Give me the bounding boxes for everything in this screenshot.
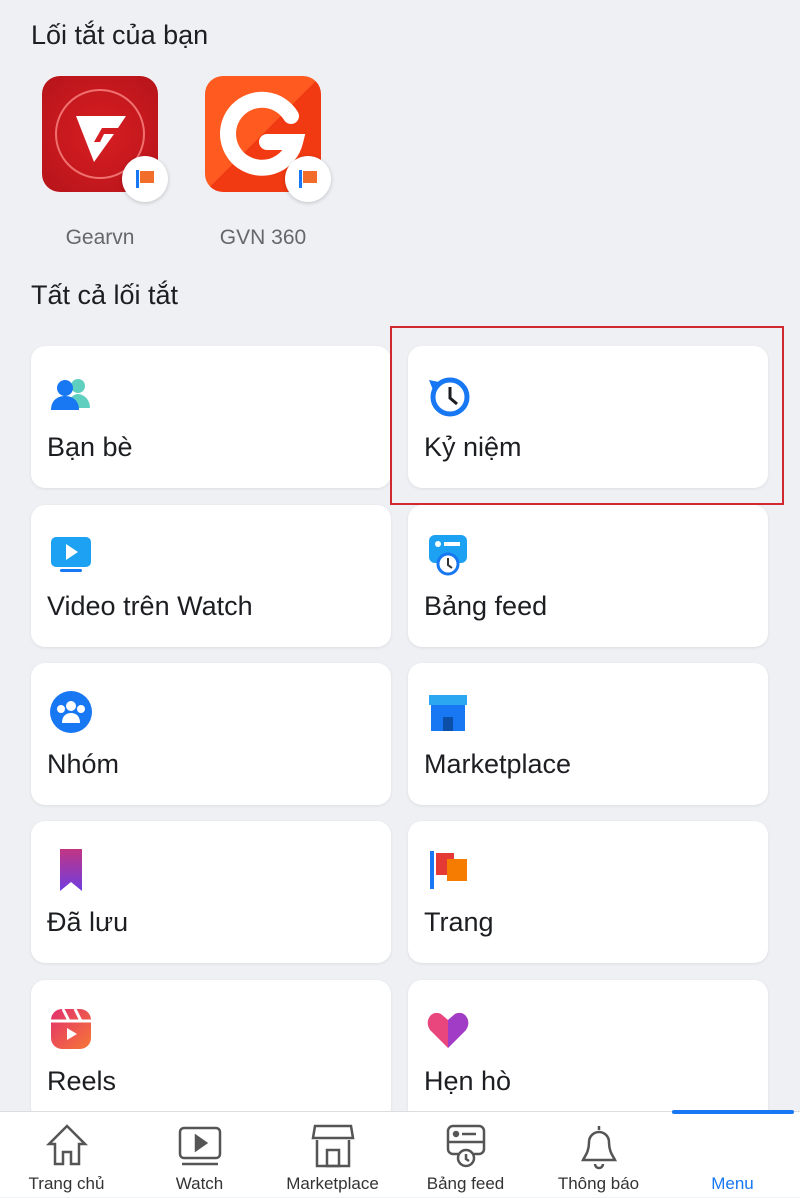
nav-label: Bảng feed xyxy=(426,1174,505,1193)
card-label: Video trên Watch xyxy=(47,591,253,621)
nav-label: Thông báo xyxy=(557,1174,640,1193)
bottom-nav: Trang chủ Watch Marketplace Bảng feed Th… xyxy=(0,1111,800,1197)
shortcut-gvn360[interactable]: GVN 360 xyxy=(204,76,331,250)
pages-flag-icon xyxy=(430,851,467,889)
marketplace-icon xyxy=(429,695,467,731)
reels-icon xyxy=(51,1008,91,1049)
nav-label: Watch xyxy=(175,1174,224,1193)
saved-bookmark-icon xyxy=(60,849,82,891)
nav-label: Menu xyxy=(711,1174,754,1193)
page-flag-icon xyxy=(285,156,331,202)
card-label: Trang xyxy=(424,907,494,937)
nav-feed[interactable]: Bảng feed xyxy=(399,1112,532,1198)
card-label: Marketplace xyxy=(424,749,572,779)
highlight-box xyxy=(390,326,784,505)
card-label: Reels xyxy=(47,1066,117,1096)
shortcut-label: GVN 360 xyxy=(219,226,307,249)
shortcut-label: Gearvn xyxy=(65,226,135,249)
shortcut-card-groups[interactable]: Nhóm xyxy=(31,663,391,805)
card-label: Nhóm xyxy=(47,749,120,779)
nav-watch[interactable]: Watch xyxy=(133,1112,266,1198)
shortcut-card-feed[interactable]: Bảng feed xyxy=(408,505,768,647)
watch-icon xyxy=(178,1126,221,1166)
page-flag-icon xyxy=(122,156,168,202)
all-shortcuts-heading: Tất cả lối tắt xyxy=(31,280,179,310)
nav-notifications[interactable]: Thông báo xyxy=(532,1112,665,1198)
nav-label: Marketplace xyxy=(286,1174,379,1193)
bell-icon xyxy=(580,1126,617,1170)
feed-icon xyxy=(446,1124,485,1168)
shortcut-card-saved[interactable]: Đã lưu xyxy=(31,821,391,963)
shortcut-gearvn[interactable]: Gearvn xyxy=(41,76,168,250)
card-label: Hẹn hò xyxy=(424,1066,512,1096)
card-label: Bảng feed xyxy=(424,591,548,621)
shortcut-card-friends[interactable]: Bạn bè xyxy=(31,346,391,488)
gearvn-logo xyxy=(42,76,168,202)
home-icon xyxy=(45,1124,88,1166)
gvn360-logo xyxy=(205,76,331,202)
your-shortcuts-heading: Lối tắt của bạn xyxy=(31,20,209,50)
shortcut-card-dating[interactable]: Hẹn hò xyxy=(408,980,768,1122)
nav-marketplace[interactable]: Marketplace xyxy=(266,1112,399,1198)
shortcut-card-reels[interactable]: Reels xyxy=(31,980,391,1122)
shortcut-card-watch[interactable]: Video trên Watch xyxy=(31,505,391,647)
watch-video-icon xyxy=(51,537,91,572)
shortcut-card-marketplace[interactable]: Marketplace xyxy=(408,663,768,805)
groups-icon xyxy=(50,691,92,733)
shortcut-card-pages[interactable]: Trang xyxy=(408,821,768,963)
dating-heart-icon xyxy=(427,1012,469,1048)
nav-menu[interactable]: Menu xyxy=(666,1112,799,1198)
card-label: Đã lưu xyxy=(47,907,129,937)
friends-icon xyxy=(51,379,90,410)
card-label: Bạn bè xyxy=(47,432,133,462)
marketplace-icon xyxy=(311,1124,354,1168)
active-tab-indicator xyxy=(672,1110,794,1114)
nav-home[interactable]: Trang chủ xyxy=(0,1112,133,1198)
feed-icon xyxy=(429,535,467,576)
nav-label: Trang chủ xyxy=(28,1174,105,1193)
